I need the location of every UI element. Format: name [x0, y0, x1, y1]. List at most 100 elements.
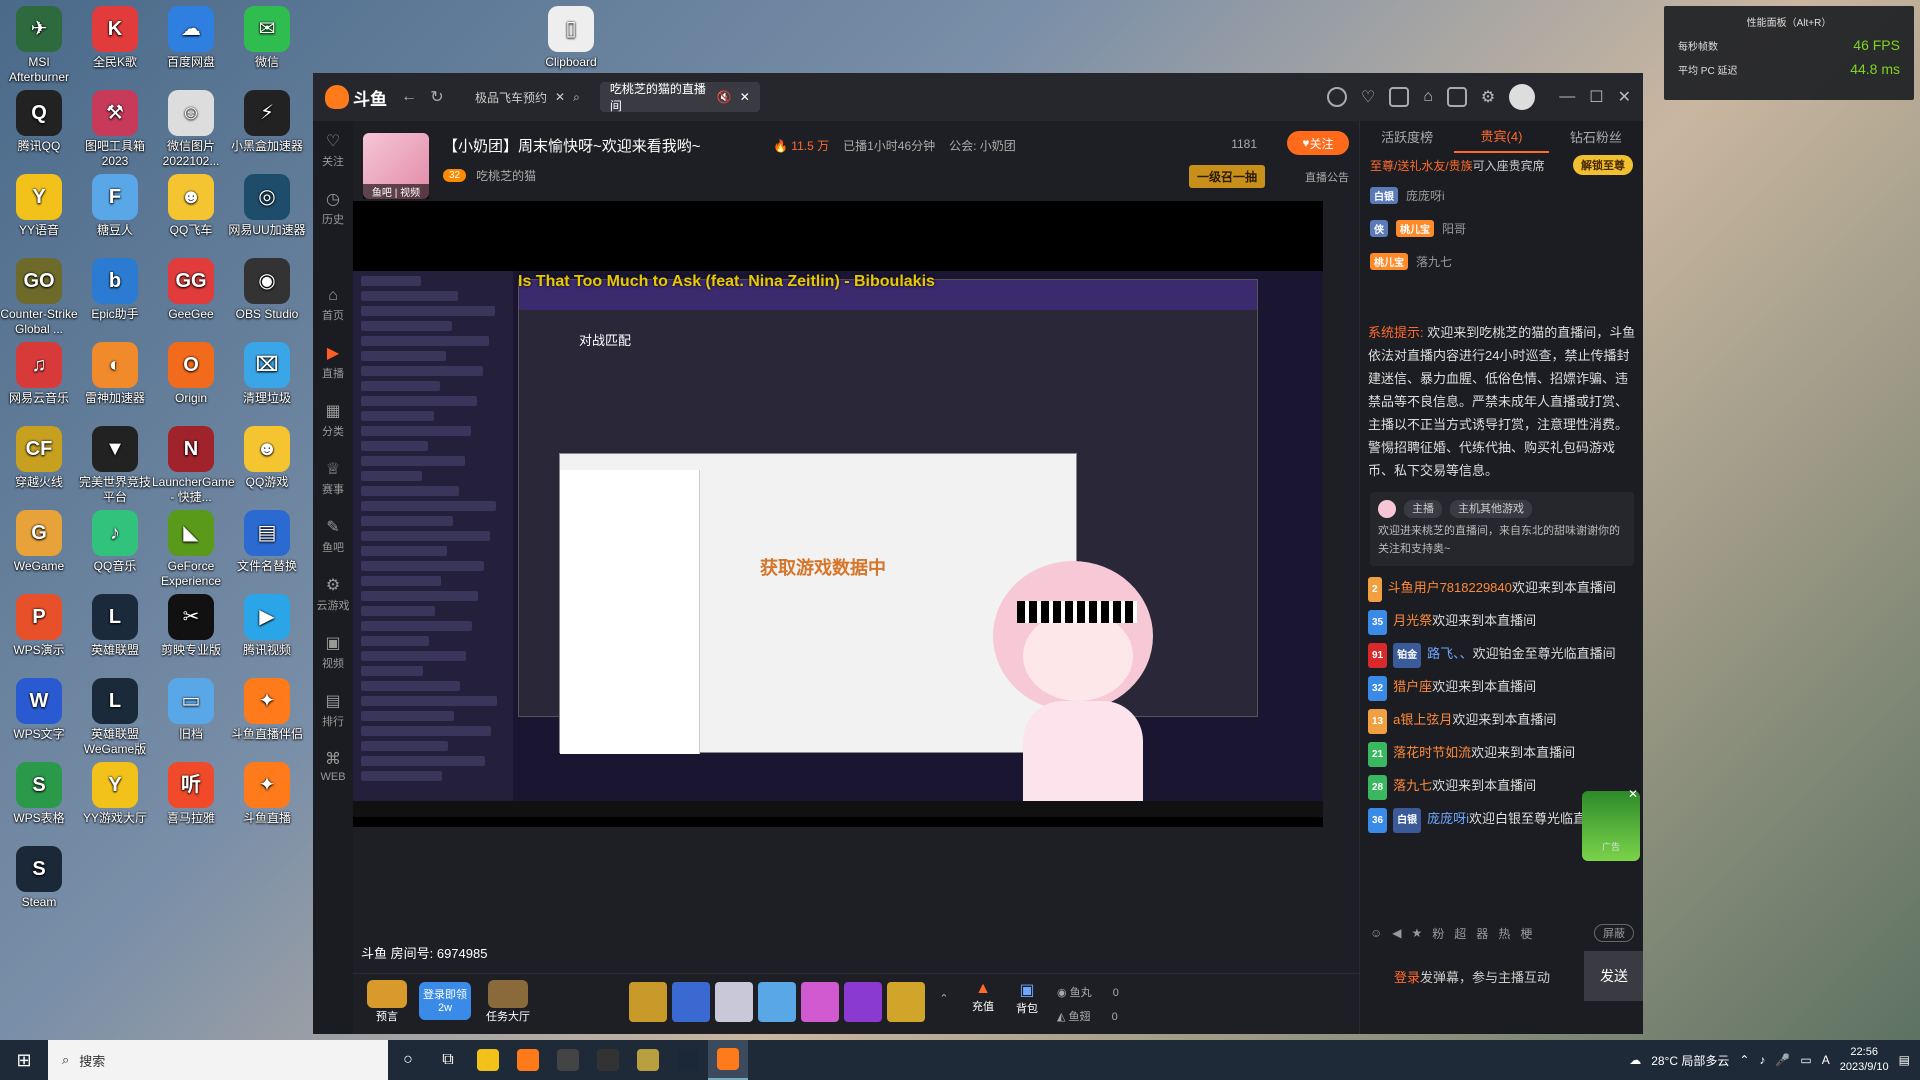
back-icon[interactable]: ←	[395, 88, 423, 106]
taskbar-app[interactable]	[588, 1040, 628, 1080]
chat-tool-icon[interactable]: 热	[1498, 925, 1510, 942]
streamer-name[interactable]: 吃桃芝的猫	[476, 167, 536, 184]
calendar-icon[interactable]	[1389, 87, 1410, 107]
login-reward-button[interactable]: 登录即领2w	[419, 982, 471, 1020]
search-icon[interactable]: ⌕	[573, 90, 580, 105]
taskbar-app[interactable]	[668, 1040, 708, 1080]
gift-item[interactable]	[801, 982, 839, 1022]
desktop-icon[interactable]: ✈ MSI Afterburner	[0, 6, 78, 85]
desktop-icon[interactable]: ✦ 斗鱼直播伴侣	[228, 678, 306, 742]
desktop-icon[interactable]: GG GeeGee	[152, 258, 230, 322]
desktop-icon[interactable]: O Origin	[152, 342, 230, 406]
ad-banner[interactable]: ✕ 广告	[1582, 787, 1640, 861]
recharge-button[interactable]: ▲ 充值	[963, 980, 1003, 1014]
desktop-icon[interactable]: ☻ QQ游戏	[228, 426, 306, 490]
predict-button[interactable]: 预言	[363, 980, 411, 1024]
ad-close-icon[interactable]: ✕	[1628, 783, 1638, 806]
desktop-icon[interactable]: ▯ Clipboard	[532, 6, 610, 70]
desktop-icon[interactable]: L 英雄联盟 WeGame版	[76, 678, 154, 757]
chat-tool-icon[interactable]: 超	[1454, 925, 1466, 942]
tab-1[interactable]: 极品飞车预约 ✕ ⌕	[465, 82, 590, 112]
sidebar-item-8[interactable]: ▣ 视频	[313, 623, 353, 681]
vip-seat-highlight[interactable]: 至尊/送礼水友/贵族	[1370, 159, 1473, 173]
maximize-icon[interactable]: ☐	[1589, 87, 1603, 107]
minimize-icon[interactable]: —	[1559, 88, 1575, 106]
heart-icon[interactable]: ♡	[1361, 87, 1375, 107]
taskbar-app[interactable]	[628, 1040, 668, 1080]
desktop-icon[interactable]: ♪ QQ音乐	[76, 510, 154, 574]
desktop-icon[interactable]: ◎ 网易UU加速器	[228, 174, 306, 238]
desktop-icon[interactable]: Y YY游戏大厅	[76, 762, 154, 826]
desktop-icon[interactable]: F 糖豆人	[76, 174, 154, 238]
settings-icon[interactable]: ⚙	[1481, 87, 1495, 107]
chat-username[interactable]: 落九七	[1393, 778, 1432, 793]
clock[interactable]: 22:56 2023/9/10	[1840, 1045, 1889, 1075]
backpack-button[interactable]: ▣ 背包	[1007, 980, 1047, 1016]
sidebar-item-7[interactable]: ⚙ 云游戏	[313, 565, 353, 623]
send-button[interactable]: 发送	[1584, 951, 1643, 1001]
desktop-icon[interactable]: ♫ 网易云音乐	[0, 342, 78, 406]
desktop-icon[interactable]: ▤ 文件名替换	[228, 510, 306, 574]
chat-username[interactable]: 斗鱼用户7818229840	[1388, 580, 1512, 595]
vip-user[interactable]: 白银 庞庞呀i	[1360, 179, 1643, 212]
sidebar-item-0[interactable]: ♡ 关注	[313, 121, 353, 179]
sidebar-item-9[interactable]: ▤ 排行	[313, 681, 353, 739]
taskbar-search[interactable]: ⌕ 搜索	[48, 1040, 388, 1080]
close-icon[interactable]: ✕	[740, 90, 750, 104]
desktop-icon[interactable]: b Epic助手	[76, 258, 154, 322]
chat-username[interactable]: a银上弦月	[1393, 712, 1452, 727]
refresh-icon[interactable]: ↻	[423, 87, 451, 107]
announcement-link[interactable]: 直播公告	[1305, 169, 1349, 185]
weather-icon[interactable]: ☁	[1629, 1053, 1641, 1067]
chat-username[interactable]: 庞庞呀i	[1427, 811, 1469, 826]
message-icon[interactable]	[1446, 87, 1467, 107]
notification-icon[interactable]: ▤	[1899, 1053, 1910, 1067]
sidebar-item-2[interactable]: ⌂ 首页	[313, 277, 353, 333]
gift-item[interactable]	[715, 982, 753, 1022]
tab-vip[interactable]: 贵宾(4)	[1454, 120, 1549, 153]
douyu-logo[interactable]: 斗鱼	[325, 83, 395, 111]
history-icon[interactable]	[1326, 87, 1347, 107]
chat-username[interactable]: 路飞、、	[1427, 646, 1473, 661]
mic-icon[interactable]: 🎤	[1775, 1053, 1790, 1067]
sidebar-item-6[interactable]: ✎ 鱼吧	[313, 507, 353, 565]
cortana-icon[interactable]: ○	[388, 1040, 428, 1080]
desktop-icon[interactable]: ✦ 斗鱼直播	[228, 762, 306, 826]
avatar-tag[interactable]: 鱼吧 | 视频	[363, 184, 429, 199]
gift-item[interactable]	[672, 982, 710, 1022]
sidebar-item-3[interactable]: ▶ 直播	[313, 333, 353, 391]
gift-item[interactable]	[887, 982, 925, 1022]
weather-text[interactable]: 28°C 局部多云	[1651, 1052, 1729, 1069]
sidebar-item-10[interactable]: ⌘ WEB	[313, 739, 353, 793]
task-button[interactable]: 任务大厅	[481, 980, 535, 1024]
desktop-icon[interactable]: ◉ OBS Studio	[228, 258, 306, 322]
desktop-icon[interactable]: N LauncherGame - 快捷...	[152, 426, 235, 505]
tab-activity[interactable]: 活跃度榜	[1360, 121, 1454, 152]
shirt-icon[interactable]: ⌂	[1423, 88, 1433, 106]
desktop-icon[interactable]: ☺ 微信图片 2022102...	[152, 90, 230, 169]
vip-user[interactable]: 侠桃儿宝 阳哥	[1360, 212, 1643, 245]
unlock-button[interactable]: 解锁至尊	[1573, 155, 1633, 175]
shield-toggle[interactable]: 屏蔽	[1594, 924, 1634, 942]
login-link[interactable]: 登录	[1394, 970, 1420, 985]
desktop-icon[interactable]: ▶ 腾讯视频	[228, 594, 306, 658]
vip-user[interactable]: 桃儿宝 落九七	[1360, 245, 1643, 278]
desktop-icon[interactable]: ◐ 雷神加速器	[76, 342, 154, 406]
network-icon[interactable]: ▭	[1800, 1053, 1811, 1067]
tab-2[interactable]: 吃桃芝的猫的直播间 🔇 ✕	[599, 82, 760, 113]
desktop-icon[interactable]: ◣ GeForce Experience	[152, 510, 230, 589]
sidebar-item-5[interactable]: ♕ 赛事	[313, 449, 353, 507]
windows-start-icon[interactable]: ⊞	[0, 1040, 48, 1080]
gift-expand-icon[interactable]: ⌃	[936, 992, 952, 1005]
desktop-icon[interactable]: ⚡ 小黑盒加速器	[228, 90, 306, 154]
close-window-icon[interactable]: ✕	[1618, 87, 1631, 107]
chat-login-prompt[interactable]: 登录发弹幕，参与主播互动	[1360, 967, 1584, 986]
desktop-icon[interactable]: ⌧ 清理垃圾	[228, 342, 306, 406]
guild[interactable]: 公会: 小奶团	[949, 137, 1016, 154]
desktop-icon[interactable]: P WPS演示	[0, 594, 78, 658]
call-badge[interactable]: 一级召一抽	[1188, 165, 1265, 188]
ime-indicator[interactable]: A	[1822, 1053, 1830, 1067]
video-player[interactable]: 对战匹配 Is That Too Much to Ask (feat. Nina…	[353, 201, 1323, 827]
gift-item[interactable]	[629, 982, 667, 1022]
sidebar-item-1[interactable]: ◷ 历史	[313, 179, 353, 237]
